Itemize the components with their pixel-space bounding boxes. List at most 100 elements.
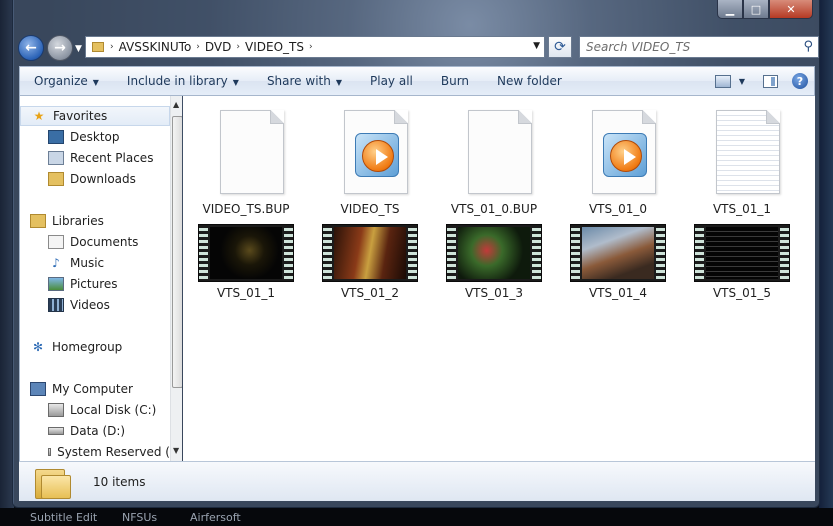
video-thumbnail-icon: [322, 224, 418, 282]
maximize-button[interactable]: □: [743, 0, 769, 19]
nav-label: System Reserved (: [57, 445, 170, 459]
view-dropdown-icon[interactable]: ▼: [739, 77, 745, 86]
explorer-window: ▁ □ ✕ ← → ▼ › AVSSKINUTo › DVD › VIDEO_T…: [12, 0, 820, 508]
nav-music[interactable]: ♪ Music: [20, 253, 170, 273]
nav-label: Libraries: [52, 214, 104, 228]
file-name: VTS_01_0.BUP: [450, 202, 538, 216]
nav-label: My Computer: [52, 382, 133, 396]
breadcrumb-2[interactable]: VIDEO_TS: [242, 40, 307, 54]
file-name: VTS_01_1: [216, 286, 276, 300]
file-name: VIDEO_TS: [340, 202, 400, 216]
nav-videos[interactable]: Videos: [20, 295, 170, 315]
nav-pictures[interactable]: Pictures: [20, 274, 170, 294]
taskbar-item[interactable]: Airfersoft: [190, 511, 241, 524]
downloads-folder-icon: [48, 172, 64, 186]
nav-libraries[interactable]: Libraries: [20, 211, 170, 231]
chevron-right-icon[interactable]: ›: [307, 42, 315, 52]
file-item[interactable]: VTS_01_3: [439, 222, 549, 302]
file-item[interactable]: VIDEO_TS.BUP: [191, 106, 301, 216]
file-item[interactable]: VTS_01_2: [315, 222, 425, 302]
back-button[interactable]: ←: [18, 35, 44, 61]
file-item[interactable]: VTS_01_1: [687, 106, 797, 216]
drive-icon: [48, 448, 52, 456]
video-thumbnail-icon: [446, 224, 542, 282]
window-controls: ▁ □ ✕: [717, 0, 813, 20]
address-bar[interactable]: › AVSSKINUTo › DVD › VIDEO_TS › ▼: [85, 36, 545, 58]
folder-icon: [92, 42, 104, 52]
nav-scrollbar[interactable]: ▲ ▼: [170, 96, 182, 461]
nav-label: Data (D:): [70, 424, 126, 438]
play-all-button[interactable]: Play all: [356, 74, 427, 88]
close-button[interactable]: ✕: [769, 0, 813, 19]
search-placeholder: Search VIDEO_TS: [586, 40, 691, 54]
forward-button[interactable]: →: [47, 35, 73, 61]
search-input[interactable]: Search VIDEO_TS ⚲: [579, 36, 819, 58]
taskbar-item[interactable]: NFSUs: [122, 511, 157, 524]
nav-label: Videos: [70, 298, 110, 312]
taskbar-item[interactable]: Subtitle Edit: [30, 511, 97, 524]
nav-label: Downloads: [70, 172, 136, 186]
nav-label: Desktop: [70, 130, 120, 144]
nav-system-reserved[interactable]: System Reserved (: [20, 442, 170, 461]
help-icon[interactable]: ?: [792, 73, 808, 89]
file-name: VTS_01_4: [588, 286, 648, 300]
navigation-pane: ★ Favorites Desktop Recent Places Downloa…: [19, 96, 182, 461]
pictures-icon: [48, 277, 64, 291]
breadcrumb-1[interactable]: DVD: [202, 40, 234, 54]
details-pane: 10 items: [19, 461, 815, 501]
file-name: VTS_01_3: [464, 286, 524, 300]
nav-homegroup[interactable]: ✻ Homegroup: [20, 337, 170, 357]
drive-icon: [48, 427, 64, 435]
file-list: VIDEO_TS.BUP VIDEO_TS VTS_01_0.BUP VTS_0…: [183, 96, 815, 461]
chevron-down-icon: ▼: [232, 78, 239, 87]
search-icon[interactable]: ⚲: [803, 39, 813, 54]
scroll-up-icon[interactable]: ▲: [173, 100, 179, 109]
recent-places-icon: [48, 151, 64, 165]
file-item[interactable]: VTS_01_4: [563, 222, 673, 302]
nav-downloads[interactable]: Downloads: [20, 169, 170, 189]
burn-button[interactable]: Burn: [427, 74, 483, 88]
organize-button[interactable]: Organize ▼: [20, 74, 113, 88]
refresh-button[interactable]: ⟳: [548, 36, 572, 58]
chevron-right-icon[interactable]: ›: [108, 42, 116, 52]
nav-my-computer[interactable]: My Computer: [20, 379, 170, 399]
file-item[interactable]: VTS_01_0.BUP: [439, 106, 549, 216]
organize-label: Organize: [34, 74, 88, 88]
preview-pane-icon[interactable]: [763, 74, 778, 88]
nav-recent-places[interactable]: Recent Places: [20, 148, 170, 168]
file-name: VTS_01_1: [712, 202, 772, 216]
recent-pages-dropdown[interactable]: ▼: [75, 44, 82, 54]
chevron-right-icon[interactable]: ›: [234, 42, 242, 52]
nav-label: Homegroup: [52, 340, 123, 354]
breadcrumb-0[interactable]: AVSSKINUTo: [116, 40, 195, 54]
file-item[interactable]: VTS_01_0: [563, 106, 673, 216]
file-item[interactable]: VTS_01_5: [687, 222, 797, 302]
taskbar: Subtitle Edit NFSUs Airfersoft: [0, 508, 833, 526]
nav-data-drive[interactable]: Data (D:): [20, 421, 170, 441]
media-player-icon: [592, 110, 656, 194]
nav-label: Local Disk (C:): [70, 403, 157, 417]
file-item[interactable]: VTS_01_1: [191, 222, 301, 302]
nav-favorites[interactable]: ★ Favorites: [20, 106, 170, 126]
chevron-down-icon: ▼: [335, 78, 342, 87]
nav-documents[interactable]: Documents: [20, 232, 170, 252]
drive-icon: [48, 403, 64, 417]
share-with-button[interactable]: Share with ▼: [253, 74, 356, 88]
change-view-icon[interactable]: [714, 74, 731, 88]
scrollbar-thumb[interactable]: [172, 116, 182, 388]
nav-local-disk[interactable]: Local Disk (C:): [20, 400, 170, 420]
video-thumbnail-icon: [570, 224, 666, 282]
homegroup-icon: ✻: [32, 340, 44, 354]
address-dropdown-icon[interactable]: ▼: [533, 41, 540, 51]
documents-icon: [48, 235, 64, 249]
chevron-right-icon[interactable]: ›: [194, 42, 202, 52]
text-document-icon: [716, 110, 780, 194]
include-in-library-button[interactable]: Include in library ▼: [113, 74, 253, 88]
desktop-icon: [48, 130, 64, 144]
minimize-button[interactable]: ▁: [717, 0, 743, 19]
new-folder-button[interactable]: New folder: [483, 74, 576, 88]
star-icon: ★: [33, 109, 45, 123]
file-item[interactable]: VIDEO_TS: [315, 106, 425, 216]
scroll-down-icon[interactable]: ▼: [173, 446, 179, 455]
nav-desktop[interactable]: Desktop: [20, 127, 170, 147]
